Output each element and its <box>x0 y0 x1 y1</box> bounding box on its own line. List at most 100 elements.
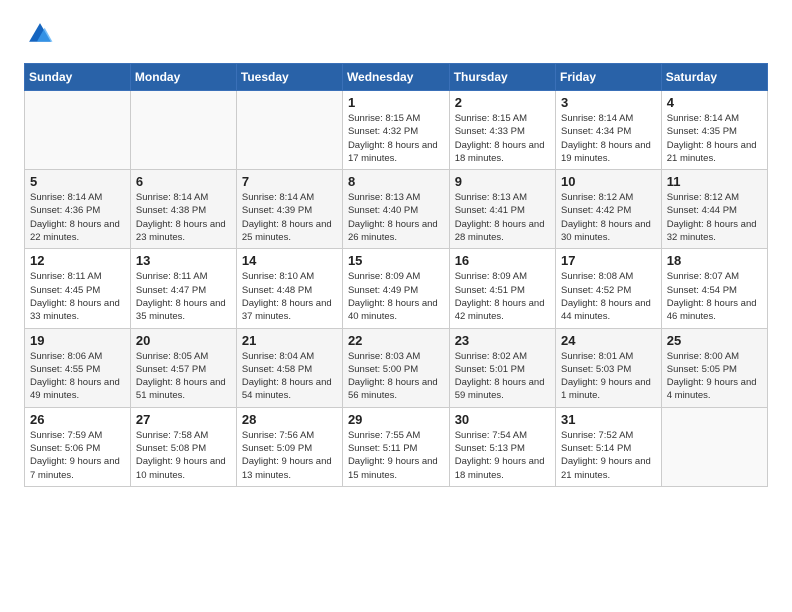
calendar-cell: 18 Sunrise: 8:07 AM Sunset: 4:54 PM Dayli… <box>661 249 767 328</box>
calendar-week-row: 5 Sunrise: 8:14 AM Sunset: 4:36 PM Daylig… <box>25 170 768 249</box>
calendar-cell: 22Sunrise: 8:03 AM Sunset: 5:00 PM Dayli… <box>342 328 449 407</box>
day-info: Sunrise: 8:13 AM Sunset: 4:40 PM Dayligh… <box>348 191 444 244</box>
day-number: 3 <box>561 95 656 110</box>
calendar-cell: 19 Sunrise: 8:06 AM Sunset: 4:55 PM Dayli… <box>25 328 131 407</box>
day-number: 12 <box>30 253 125 268</box>
day-number: 10 <box>561 174 656 189</box>
calendar-cell: 25 Sunrise: 8:00 AM Sunset: 5:05 PM Dayli… <box>661 328 767 407</box>
day-number: 31 <box>561 412 656 427</box>
day-number: 13 <box>136 253 231 268</box>
calendar-cell: 2 Sunrise: 8:15 AM Sunset: 4:33 PM Daylig… <box>449 91 555 170</box>
calendar-cell: 26Sunrise: 7:59 AM Sunset: 5:06 PM Dayli… <box>25 407 131 486</box>
day-number: 4 <box>667 95 762 110</box>
day-info: Sunrise: 8:11 AM Sunset: 4:47 PM Dayligh… <box>136 270 231 323</box>
day-number: 20 <box>136 333 231 348</box>
calendar-cell: 16Sunrise: 8:09 AM Sunset: 4:51 PM Dayli… <box>449 249 555 328</box>
day-number: 17 <box>561 253 656 268</box>
day-number: 2 <box>455 95 550 110</box>
day-number: 23 <box>455 333 550 348</box>
day-info: Sunrise: 7:56 AM Sunset: 5:09 PM Dayligh… <box>242 429 337 482</box>
calendar-cell: 30 Sunrise: 7:54 AM Sunset: 5:13 PM Dayli… <box>449 407 555 486</box>
calendar-week-row: 26Sunrise: 7:59 AM Sunset: 5:06 PM Dayli… <box>25 407 768 486</box>
day-info: Sunrise: 8:00 AM Sunset: 5:05 PM Dayligh… <box>667 350 762 403</box>
calendar-cell: 6 Sunrise: 8:14 AM Sunset: 4:38 PM Daylig… <box>130 170 236 249</box>
day-info: Sunrise: 8:07 AM Sunset: 4:54 PM Dayligh… <box>667 270 762 323</box>
day-info: Sunrise: 7:59 AM Sunset: 5:06 PM Dayligh… <box>30 429 125 482</box>
day-number: 1 <box>348 95 444 110</box>
weekday-header: Sunday <box>25 64 131 91</box>
weekday-header: Thursday <box>449 64 555 91</box>
day-info: Sunrise: 8:03 AM Sunset: 5:00 PM Dayligh… <box>348 350 444 403</box>
day-info: Sunrise: 8:04 AM Sunset: 4:58 PM Dayligh… <box>242 350 337 403</box>
calendar-cell <box>236 91 342 170</box>
day-number: 25 <box>667 333 762 348</box>
calendar-cell: 21 Sunrise: 8:04 AM Sunset: 4:58 PM Dayli… <box>236 328 342 407</box>
day-info: Sunrise: 8:12 AM Sunset: 4:44 PM Dayligh… <box>667 191 762 244</box>
day-info: Sunrise: 8:15 AM Sunset: 4:33 PM Dayligh… <box>455 112 550 165</box>
calendar-cell <box>130 91 236 170</box>
calendar-cell: 8 Sunrise: 8:13 AM Sunset: 4:40 PM Daylig… <box>342 170 449 249</box>
day-number: 15 <box>348 253 444 268</box>
day-number: 29 <box>348 412 444 427</box>
calendar-week-row: 12 Sunrise: 8:11 AM Sunset: 4:45 PM Dayli… <box>25 249 768 328</box>
calendar-cell: 17Sunrise: 8:08 AM Sunset: 4:52 PM Dayli… <box>556 249 662 328</box>
day-info: Sunrise: 8:01 AM Sunset: 5:03 PM Dayligh… <box>561 350 656 403</box>
day-number: 30 <box>455 412 550 427</box>
day-info: Sunrise: 8:05 AM Sunset: 4:57 PM Dayligh… <box>136 350 231 403</box>
day-number: 18 <box>667 253 762 268</box>
calendar-cell: 9Sunrise: 8:13 AM Sunset: 4:41 PM Daylig… <box>449 170 555 249</box>
calendar-table: SundayMondayTuesdayWednesdayThursdayFrid… <box>24 63 768 487</box>
calendar-cell: 23 Sunrise: 8:02 AM Sunset: 5:01 PM Dayli… <box>449 328 555 407</box>
calendar-cell: 20 Sunrise: 8:05 AM Sunset: 4:57 PM Dayli… <box>130 328 236 407</box>
page-header <box>24 20 768 53</box>
calendar-cell <box>25 91 131 170</box>
calendar-header-row: SundayMondayTuesdayWednesdayThursdayFrid… <box>25 64 768 91</box>
day-info: Sunrise: 8:12 AM Sunset: 4:42 PM Dayligh… <box>561 191 656 244</box>
calendar-cell: 12 Sunrise: 8:11 AM Sunset: 4:45 PM Dayli… <box>25 249 131 328</box>
day-info: Sunrise: 8:14 AM Sunset: 4:35 PM Dayligh… <box>667 112 762 165</box>
day-number: 21 <box>242 333 337 348</box>
day-number: 14 <box>242 253 337 268</box>
logo <box>24 20 58 53</box>
day-number: 28 <box>242 412 337 427</box>
day-info: Sunrise: 8:14 AM Sunset: 4:36 PM Dayligh… <box>30 191 125 244</box>
logo-icon <box>26 20 54 48</box>
calendar-cell: 10 Sunrise: 8:12 AM Sunset: 4:42 PM Dayli… <box>556 170 662 249</box>
calendar-cell: 15 Sunrise: 8:09 AM Sunset: 4:49 PM Dayli… <box>342 249 449 328</box>
day-info: Sunrise: 7:52 AM Sunset: 5:14 PM Dayligh… <box>561 429 656 482</box>
calendar-cell: 31 Sunrise: 7:52 AM Sunset: 5:14 PM Dayli… <box>556 407 662 486</box>
day-info: Sunrise: 8:15 AM Sunset: 4:32 PM Dayligh… <box>348 112 444 165</box>
weekday-header: Saturday <box>661 64 767 91</box>
weekday-header: Monday <box>130 64 236 91</box>
calendar-cell: 5 Sunrise: 8:14 AM Sunset: 4:36 PM Daylig… <box>25 170 131 249</box>
day-info: Sunrise: 8:02 AM Sunset: 5:01 PM Dayligh… <box>455 350 550 403</box>
day-number: 9 <box>455 174 550 189</box>
calendar-cell: 24 Sunrise: 8:01 AM Sunset: 5:03 PM Dayli… <box>556 328 662 407</box>
day-number: 27 <box>136 412 231 427</box>
calendar-week-row: 19 Sunrise: 8:06 AM Sunset: 4:55 PM Dayli… <box>25 328 768 407</box>
day-number: 11 <box>667 174 762 189</box>
day-info: Sunrise: 8:14 AM Sunset: 4:34 PM Dayligh… <box>561 112 656 165</box>
calendar-cell: 28 Sunrise: 7:56 AM Sunset: 5:09 PM Dayli… <box>236 407 342 486</box>
calendar-cell: 4 Sunrise: 8:14 AM Sunset: 4:35 PM Daylig… <box>661 91 767 170</box>
calendar-cell: 13 Sunrise: 8:11 AM Sunset: 4:47 PM Dayli… <box>130 249 236 328</box>
day-number: 24 <box>561 333 656 348</box>
day-number: 16 <box>455 253 550 268</box>
calendar-cell: 27 Sunrise: 7:58 AM Sunset: 5:08 PM Dayli… <box>130 407 236 486</box>
day-number: 8 <box>348 174 444 189</box>
day-info: Sunrise: 8:14 AM Sunset: 4:38 PM Dayligh… <box>136 191 231 244</box>
day-number: 5 <box>30 174 125 189</box>
day-info: Sunrise: 8:09 AM Sunset: 4:49 PM Dayligh… <box>348 270 444 323</box>
calendar-cell: 7Sunrise: 8:14 AM Sunset: 4:39 PM Daylig… <box>236 170 342 249</box>
day-number: 19 <box>30 333 125 348</box>
day-info: Sunrise: 7:58 AM Sunset: 5:08 PM Dayligh… <box>136 429 231 482</box>
weekday-header: Tuesday <box>236 64 342 91</box>
day-info: Sunrise: 8:10 AM Sunset: 4:48 PM Dayligh… <box>242 270 337 323</box>
calendar-cell <box>661 407 767 486</box>
day-info: Sunrise: 7:54 AM Sunset: 5:13 PM Dayligh… <box>455 429 550 482</box>
calendar-cell: 29Sunrise: 7:55 AM Sunset: 5:11 PM Dayli… <box>342 407 449 486</box>
day-info: Sunrise: 8:11 AM Sunset: 4:45 PM Dayligh… <box>30 270 125 323</box>
day-info: Sunrise: 8:06 AM Sunset: 4:55 PM Dayligh… <box>30 350 125 403</box>
day-number: 6 <box>136 174 231 189</box>
day-number: 7 <box>242 174 337 189</box>
